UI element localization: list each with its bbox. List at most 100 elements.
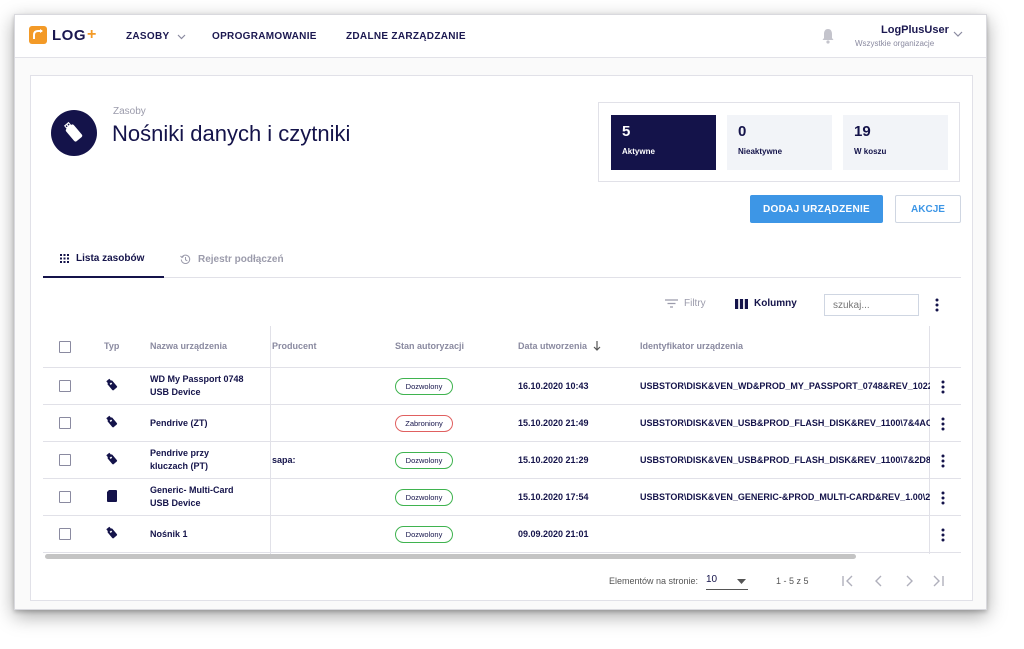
nav-item-label: ZDALNE ZARZĄDZANIE [346, 31, 466, 42]
top-nav-bar: LOG + ZASOBY OPROGRAMOWANIE ZDALNE ZARZĄ… [15, 15, 986, 58]
stat-inactive[interactable]: 0 Nieaktywne [727, 115, 832, 170]
usb-drive-icon [51, 110, 97, 156]
device-name[interactable]: Pendrive przy kluczach (PT) [150, 447, 230, 473]
row-menu-icon[interactable] [941, 417, 945, 431]
bell-icon[interactable] [821, 28, 835, 44]
previous-page-icon[interactable] [872, 574, 886, 588]
column-header-name[interactable]: Nazwa urządzenia [150, 341, 227, 351]
row-menu-icon[interactable] [941, 528, 945, 542]
row-checkbox[interactable] [59, 454, 71, 466]
column-header-type[interactable]: Typ [104, 341, 119, 351]
row-checkbox[interactable] [59, 380, 71, 392]
nav-item-label: ZASOBY [126, 31, 170, 42]
device-name[interactable]: Nośnik 1 [150, 528, 250, 541]
tab-label: Rejestr podłączeń [198, 253, 284, 265]
column-header-created-label: Data utworzenia [518, 341, 588, 351]
tab-connection-log[interactable]: Rejestr podłączeń [180, 240, 284, 278]
usb-drive-icon [106, 378, 118, 391]
tab-asset-list[interactable]: Lista zasobów [43, 240, 164, 278]
search-input[interactable] [824, 294, 919, 316]
page-size-value: 10 [706, 574, 718, 585]
page-size-select[interactable]: 10 [706, 574, 748, 590]
stat-label: Nieaktywne [738, 147, 783, 156]
stat-label: W koszu [854, 147, 887, 156]
row-menu-icon[interactable] [941, 454, 945, 468]
column-header-producer[interactable]: Producent [272, 341, 317, 351]
nav-item-label: OPROGRAMOWANIE [212, 31, 317, 42]
device-id: USBSTOR\DISK&VEN_USB&PROD_FLASH_DISK&REV… [640, 418, 930, 428]
app-window: LOG + ZASOBY OPROGRAMOWANIE ZDALNE ZARZĄ… [14, 14, 987, 610]
page-size-label: Elementów na stronie: [609, 576, 699, 586]
next-page-icon[interactable] [902, 574, 916, 588]
add-device-button[interactable]: DODAJ URZĄDZENIE [750, 195, 883, 223]
page-range: 1 - 5 z 5 [776, 576, 809, 586]
filters-button[interactable]: Filtry [665, 298, 706, 309]
created-date: 15.10.2020 21:29 [518, 455, 589, 465]
more-options-icon[interactable] [935, 298, 939, 312]
nav-item-zdalne-zarzadzanie[interactable]: ZDALNE ZARZĄDZANIE [346, 31, 466, 42]
row-checkbox[interactable] [59, 528, 71, 540]
table-row[interactable]: Pendrive przy kluczach (PT) sapa: Dozwol… [43, 442, 961, 479]
device-name[interactable]: Generic- Multi-Card USB Device [150, 484, 250, 510]
table-row[interactable]: WD My Passport 0748 USB Device Dozwolony… [43, 368, 961, 405]
row-menu-icon[interactable] [941, 380, 945, 394]
status-badge: Dozwolony [395, 452, 453, 469]
stat-in-trash[interactable]: 19 W koszu [843, 115, 948, 170]
history-icon [180, 254, 191, 264]
created-date: 15.10.2020 21:49 [518, 418, 589, 428]
column-header-auth[interactable]: Stan autoryzacji [395, 341, 464, 351]
nav-item-oprogramowanie[interactable]: OPROGRAMOWANIE [212, 31, 317, 42]
status-badge: Dozwolony [395, 526, 453, 543]
device-id: USBSTOR\DISK&VEN_WD&PROD_MY_PASSPORT_074… [640, 381, 930, 391]
row-menu-icon[interactable] [941, 491, 945, 505]
stat-value: 0 [738, 123, 747, 140]
device-id: USBSTOR\DISK&VEN_GENERIC-&PROD_MULTI-CAR… [640, 492, 930, 502]
row-checkbox[interactable] [59, 491, 71, 503]
breadcrumb[interactable]: Zasoby [113, 106, 146, 117]
logo-mark-icon [29, 26, 47, 44]
status-badge: Dozwolony [395, 489, 453, 506]
chevron-down-icon [178, 34, 186, 39]
logo-plus: + [87, 26, 97, 43]
content-card: Zasoby Nośniki danych i czytniki 5 Aktyw… [30, 75, 973, 601]
sd-card-icon [107, 490, 117, 502]
filters-label: Filtry [684, 298, 706, 309]
stat-active[interactable]: 5 Aktywne [611, 115, 716, 170]
nav-item-zasoby[interactable]: ZASOBY [126, 31, 186, 42]
horizontal-scrollbar[interactable] [45, 554, 856, 559]
table-row[interactable]: Nośnik 1 Dozwolony 09.09.2020 21:01 [43, 516, 961, 553]
stat-value: 5 [622, 123, 631, 140]
table-header: Typ Nazwa urządzenia Producent Stan auto… [43, 326, 961, 368]
stats-panel: 5 Aktywne 0 Nieaktywne 19 W koszu [598, 102, 960, 182]
last-page-icon[interactable] [931, 574, 945, 588]
device-name[interactable]: WD My Passport 0748 USB Device [150, 373, 250, 399]
column-header-created[interactable]: Data utworzenia [518, 341, 601, 351]
logo-text: LOG [52, 26, 86, 44]
column-header-id[interactable]: Identyfikator urządzenia [640, 341, 743, 351]
created-date: 09.09.2020 21:01 [518, 529, 589, 539]
grid-icon [60, 253, 69, 263]
tab-bar: Lista zasobów Rejestr podłączeń [43, 240, 961, 278]
user-menu-chevron-icon[interactable] [953, 31, 963, 38]
tab-label: Lista zasobów [76, 252, 145, 264]
usb-drive-icon [106, 526, 118, 539]
row-checkbox[interactable] [59, 417, 71, 429]
logo[interactable]: LOG + [29, 26, 96, 44]
caret-down-icon [737, 579, 746, 584]
user-name[interactable]: LogPlusUser [881, 24, 949, 36]
filter-icon [665, 299, 678, 308]
created-date: 16.10.2020 10:43 [518, 381, 589, 391]
table-row[interactable]: Generic- Multi-Card USB Device Dozwolony… [43, 479, 961, 516]
actions-button[interactable]: AKCJE [895, 195, 961, 223]
usb-drive-icon [106, 452, 118, 465]
first-page-icon[interactable] [841, 574, 855, 588]
device-id: USBSTOR\DISK&VEN_USB&PROD_FLASH_DISK&REV… [640, 455, 930, 465]
select-all-checkbox[interactable] [59, 341, 71, 353]
stat-value: 19 [854, 123, 871, 140]
device-name[interactable]: Pendrive (ZT) [150, 417, 250, 430]
sort-descending-icon [593, 341, 601, 351]
producer: sapa: [272, 455, 296, 465]
table-row[interactable]: Pendrive (ZT) Zabroniony 15.10.2020 21:4… [43, 405, 961, 442]
page-title: Nośniki danych i czytniki [112, 121, 351, 146]
columns-button[interactable]: Kolumny [735, 298, 797, 309]
